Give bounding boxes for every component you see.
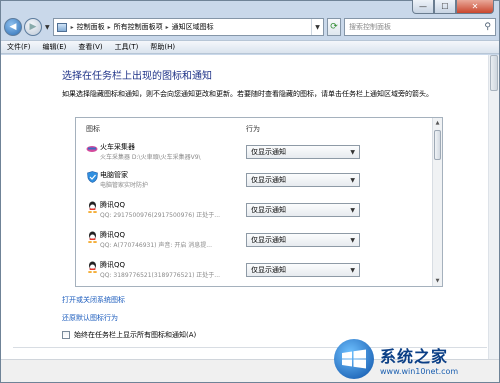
menu-view[interactable]: 查看(V) xyxy=(78,42,102,52)
train-icon xyxy=(86,143,98,155)
item-description: QQ: 2917500976(2917500976) 正处于... xyxy=(100,212,221,219)
chevron-down-icon: ▼ xyxy=(350,149,355,156)
maximize-button[interactable]: ☐ xyxy=(434,0,456,14)
column-behavior-header: 行为 xyxy=(246,125,260,133)
watermark-url: www.win10net.com xyxy=(380,366,459,376)
breadcrumb-all-items[interactable]: 所有控制面板项 xyxy=(114,22,163,32)
qq-icon xyxy=(86,201,98,213)
breadcrumb-control-panel[interactable]: 控制面板 xyxy=(77,22,105,32)
refresh-button[interactable]: ⟳ xyxy=(327,18,341,36)
breadcrumb-notification-icons[interactable]: 通知区域图标 xyxy=(172,22,214,32)
search-placeholder: 搜索控制面板 xyxy=(349,23,391,31)
list-header: 图标 行为 xyxy=(86,124,428,136)
menu-file[interactable]: 文件(F) xyxy=(7,42,31,52)
watermark-title: 系统之家 xyxy=(380,346,449,366)
item-description: QQ: 3189776521(3189776521) 正处于... xyxy=(100,272,221,279)
behavior-select[interactable]: 仅显示通知 ▼ xyxy=(246,173,360,187)
menu-help[interactable]: 帮助(H) xyxy=(150,42,175,52)
menu-tools[interactable]: 工具(T) xyxy=(115,42,139,52)
item-description: 电脑管家实时防护 xyxy=(100,182,149,189)
chevron-down-icon: ▼ xyxy=(350,207,355,214)
watermark: 系统之家 www.win10net.com xyxy=(334,337,494,381)
shield-icon xyxy=(86,171,98,183)
behavior-value: 仅显示通知 xyxy=(251,176,286,184)
breadcrumb-separator[interactable]: ▸ xyxy=(166,24,169,31)
page-title: 选择在任务栏上出现的图标和通知 xyxy=(62,71,212,82)
column-icon-header: 图标 xyxy=(86,125,100,133)
recent-pages-dropdown[interactable]: ▼ xyxy=(45,24,50,31)
list-item: 腾讯QQ QQ: 2917500976(2917500976) 正处于... 仅… xyxy=(86,200,430,228)
chevron-down-icon: ▼ xyxy=(350,237,355,244)
behavior-select[interactable]: 仅显示通知 ▼ xyxy=(246,203,360,217)
caption-buttons: — ☐ ✕ xyxy=(412,0,494,14)
minimize-button[interactable]: — xyxy=(412,0,434,14)
chevron-down-icon: ▼ xyxy=(350,177,355,184)
list-item: 火车采集器 火车采集器 D:\火車頭\火车采集器V9\ 仅显示通知 ▼ xyxy=(86,142,430,170)
scroll-up-icon[interactable]: ▲ xyxy=(433,118,442,128)
search-icon[interactable]: ⚲ xyxy=(484,22,491,32)
behavior-value: 仅显示通知 xyxy=(251,148,286,156)
forward-button[interactable]: ▶ xyxy=(24,18,42,36)
item-name: 腾讯QQ xyxy=(100,201,126,209)
behavior-value: 仅显示通知 xyxy=(251,236,286,244)
item-name: 火车采集器 xyxy=(100,143,135,151)
page-description: 如果选择隐藏图标和通知，则不会向您通知更改和更新。若要随时查看隐藏的图标，请单击… xyxy=(62,90,433,98)
show-all-checkbox-row[interactable]: 始终在任务栏上显示所有图标和通知(A) xyxy=(62,330,196,340)
list-item: 腾讯QQ QQ: A(770746931) 声音: 开启 消息提... 仅显示通… xyxy=(86,230,430,258)
close-button[interactable]: ✕ xyxy=(456,0,494,14)
item-description: QQ: A(770746931) 声音: 开启 消息提... xyxy=(100,242,212,249)
control-panel-icon xyxy=(56,22,67,32)
list-item: 腾讯QQ QQ: 3189776521(3189776521) 正处于... 仅… xyxy=(86,260,430,286)
menu-edit[interactable]: 编辑(E) xyxy=(43,42,67,52)
qq-icon xyxy=(86,231,98,243)
back-button[interactable]: ◀ xyxy=(4,18,22,36)
show-all-checkbox-label[interactable]: 始终在任务栏上显示所有图标和通知(A) xyxy=(74,330,196,340)
behavior-value: 仅显示通知 xyxy=(251,206,286,214)
list-scrollbar[interactable]: ▲ ▼ xyxy=(432,118,442,286)
address-row: ◀ ▶ ▼ ▸ 控制面板 ▸ 所有控制面板项 ▸ 通知区域图标 ▼ ⟳ 搜索控制… xyxy=(4,16,496,38)
menu-bar: 文件(F) 编辑(E) 查看(V) 工具(T) 帮助(H) xyxy=(1,40,499,54)
page-scrollbar[interactable] xyxy=(488,55,499,359)
qq-icon xyxy=(86,261,98,273)
address-dropdown[interactable]: ▼ xyxy=(311,19,323,35)
breadcrumb-separator[interactable]: ▸ xyxy=(108,24,111,31)
icon-list: 图标 行为 火车采集器 火车采集器 D:\火車頭\火车采集器V9\ 仅显示通知 ▼… xyxy=(75,117,443,287)
chevron-down-icon: ▼ xyxy=(350,267,355,274)
restore-defaults-link[interactable]: 还原默认图标行为 xyxy=(62,313,118,323)
system-icons-link[interactable]: 打开或关闭系统图标 xyxy=(62,295,125,305)
behavior-value: 仅显示通知 xyxy=(251,266,286,274)
scroll-thumb[interactable] xyxy=(434,130,441,160)
watermark-logo-icon xyxy=(334,339,374,379)
address-bar[interactable]: ▸ 控制面板 ▸ 所有控制面板项 ▸ 通知区域图标 ▼ xyxy=(52,18,324,36)
scroll-down-icon[interactable]: ▼ xyxy=(433,276,442,286)
item-name: 腾讯QQ xyxy=(100,261,126,269)
content-pane: 选择在任务栏上出现的图标和通知 如果选择隐藏图标和通知，则不会向您通知更改和更新… xyxy=(1,55,499,359)
show-all-checkbox[interactable] xyxy=(62,331,70,339)
search-input[interactable]: 搜索控制面板 ⚲ xyxy=(344,18,496,36)
item-name: 腾讯QQ xyxy=(100,231,126,239)
item-description: 火车采集器 D:\火車頭\火车采集器V9\ xyxy=(100,154,201,161)
behavior-select[interactable]: 仅显示通知 ▼ xyxy=(246,263,360,277)
behavior-select[interactable]: 仅显示通知 ▼ xyxy=(246,145,360,159)
behavior-select[interactable]: 仅显示通知 ▼ xyxy=(246,233,360,247)
item-name: 电脑管家 xyxy=(100,171,128,179)
breadcrumb-separator[interactable]: ▸ xyxy=(71,24,74,31)
list-item: 电脑管家 电脑管家实时防护 仅显示通知 ▼ xyxy=(86,170,430,198)
